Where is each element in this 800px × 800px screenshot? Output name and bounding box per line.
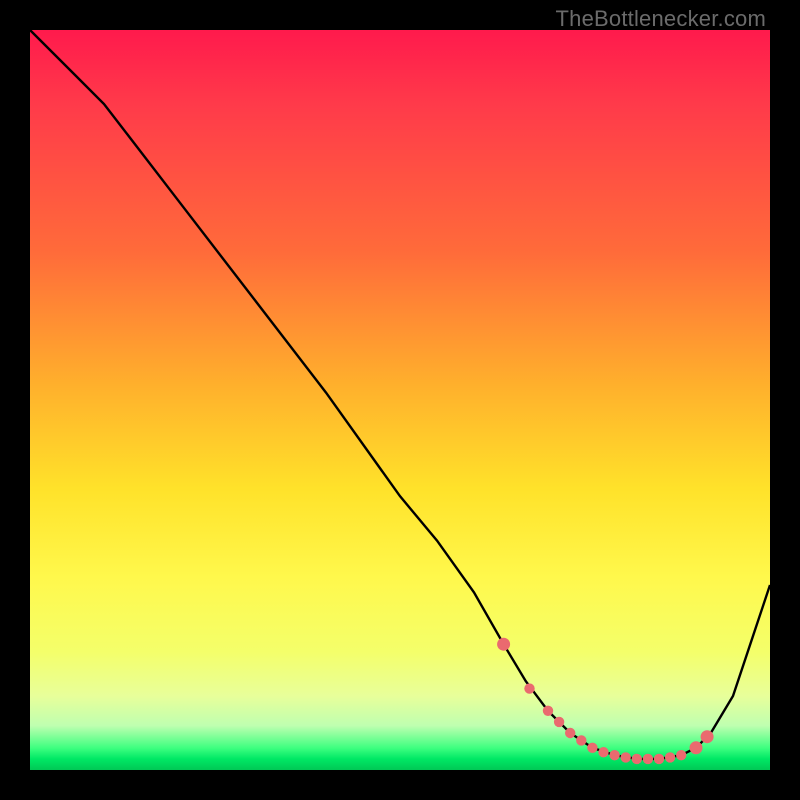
watermark-text: TheBottlenecker.com	[556, 6, 766, 32]
valley-marker	[701, 730, 714, 743]
bottleneck-curve	[30, 30, 770, 759]
valley-marker	[576, 735, 586, 745]
valley-marker	[676, 750, 686, 760]
chart-frame: TheBottlenecker.com	[0, 0, 800, 800]
plot-area	[30, 30, 770, 770]
valley-marker	[587, 743, 597, 753]
valley-marker	[554, 717, 564, 727]
valley-marker	[524, 683, 534, 693]
valley-markers	[497, 638, 713, 764]
valley-marker	[609, 750, 619, 760]
valley-marker	[621, 752, 631, 762]
valley-marker	[565, 728, 575, 738]
valley-marker	[598, 747, 608, 757]
valley-marker	[643, 754, 653, 764]
valley-marker	[665, 752, 675, 762]
valley-marker	[543, 706, 553, 716]
valley-marker	[632, 754, 642, 764]
valley-marker	[690, 741, 703, 754]
valley-marker	[497, 638, 510, 651]
curve-svg	[30, 30, 770, 770]
valley-marker	[654, 754, 664, 764]
